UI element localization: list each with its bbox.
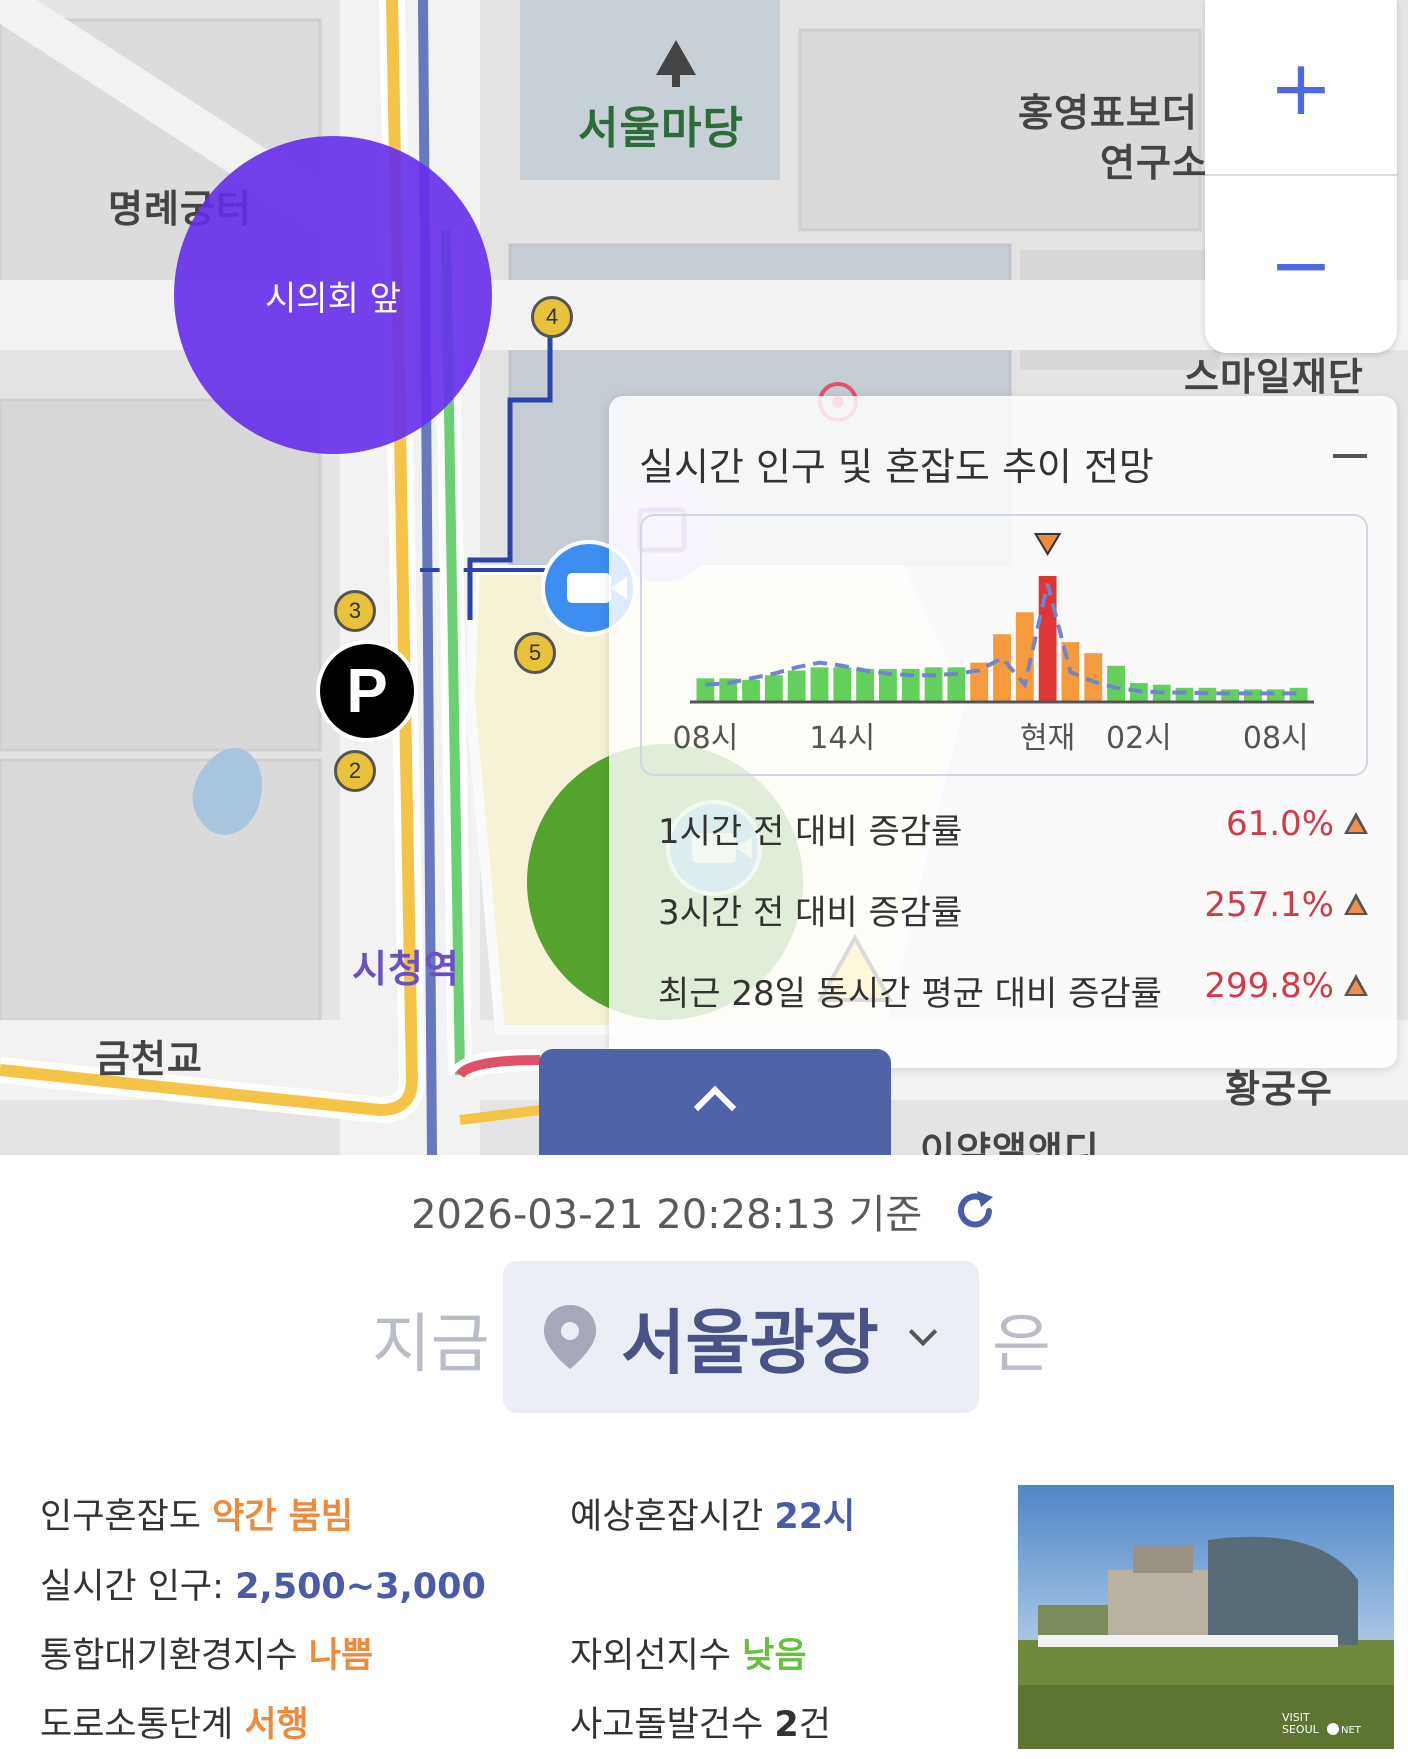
accident-unit: 건 bbox=[798, 1705, 831, 1745]
chart-bar bbox=[1266, 689, 1285, 702]
stat-label: 최근 28일 동시간 평균 대비 증감률 bbox=[658, 974, 1162, 1014]
subway-exit-badge: 5 bbox=[514, 632, 556, 674]
parking-icon[interactable]: P bbox=[316, 640, 418, 742]
map-pin-icon bbox=[544, 1305, 596, 1369]
chart-bar bbox=[1107, 665, 1125, 702]
population-label: 실시간 인구: bbox=[40, 1567, 224, 1607]
accident-info: 사고돌발건수 2건 bbox=[570, 1696, 831, 1747]
stat-row-28d: 최근 28일 동시간 평균 대비 증감률 299.8% bbox=[658, 966, 1368, 1015]
area-label: 시의회 앞 bbox=[265, 278, 401, 319]
stat-value: 257.1% bbox=[1204, 885, 1334, 925]
current-marker-icon bbox=[1033, 533, 1062, 556]
map-label-geumcheongyo: 금천교 bbox=[95, 1037, 203, 1081]
map-label-smile: 스마일재단 bbox=[1184, 355, 1364, 399]
forecast-time-value: 22시 bbox=[774, 1497, 856, 1537]
population-value: 2,500~3,000 bbox=[235, 1567, 486, 1607]
stat-label: 3시간 전 대비 증감률 bbox=[658, 893, 963, 933]
chart-bar bbox=[970, 662, 989, 702]
stat-row-3h: 3시간 전 대비 증감률 257.1% bbox=[658, 885, 1368, 934]
chart-bar bbox=[833, 667, 852, 702]
photo-image: VISIT SEOUL NET bbox=[1018, 1485, 1394, 1749]
chart-bar bbox=[924, 667, 943, 702]
road-value: 서행 bbox=[244, 1705, 309, 1745]
collapse-icon[interactable] bbox=[1333, 454, 1367, 458]
location-photo[interactable]: VISIT SEOUL NET bbox=[1018, 1485, 1394, 1749]
forecast-time-label: 예상혼잡시간 bbox=[570, 1497, 764, 1537]
map-label-cityhall: 시청역 bbox=[352, 947, 460, 991]
congestion-info: 인구혼잡도 약간 붐빔 bbox=[40, 1488, 353, 1539]
subway-exit-badge: 3 bbox=[334, 590, 376, 632]
location-select[interactable]: 서울광장 bbox=[503, 1261, 979, 1413]
stat-value: 61.0% bbox=[1225, 804, 1334, 844]
forecast-panel: 실시간 인구 및 혼잡도 추이 전망 08시 14시 현재 02시 08시 1시간 전 … bbox=[609, 396, 1397, 1068]
chart-bar bbox=[764, 675, 783, 702]
photo-brand-dot bbox=[1327, 1723, 1339, 1735]
air-label: 통합대기환경지수 bbox=[40, 1636, 298, 1676]
air-value: 나쁨 bbox=[308, 1636, 374, 1676]
forecast-chart: 08시 14시 현재 02시 08시 bbox=[640, 514, 1368, 776]
chart-bar bbox=[1221, 689, 1240, 702]
chart-bar bbox=[1015, 612, 1034, 702]
photo-brand: NET bbox=[1341, 1725, 1362, 1736]
chart-bar bbox=[696, 678, 715, 702]
uv-label: 자외선지수 bbox=[570, 1636, 732, 1676]
uv-value: 낮음 bbox=[742, 1636, 807, 1676]
map-label-seoul-madang: 서울마당 bbox=[578, 103, 744, 154]
increase-icon bbox=[1344, 893, 1368, 915]
zoom-control: + − bbox=[1205, 0, 1397, 353]
location-name: 서울광장 bbox=[621, 1301, 879, 1384]
congestion-value: 약간 붐빔 bbox=[212, 1497, 354, 1537]
subway-exit-badge: 4 bbox=[531, 296, 573, 338]
congestion-label: 인구혼잡도 bbox=[40, 1497, 202, 1537]
refresh-icon[interactable] bbox=[953, 1189, 997, 1233]
subway-exit-badge: 2 bbox=[334, 750, 376, 792]
chevron-down-icon bbox=[908, 1317, 937, 1347]
uv-info: 자외선지수 낮음 bbox=[570, 1627, 807, 1678]
timestamp: 2026-03-21 20:28:13 기준 bbox=[411, 1192, 923, 1238]
road-label: 도로소통단계 bbox=[40, 1705, 234, 1745]
location-suffix: 은 bbox=[992, 1308, 1051, 1382]
chart-bar bbox=[1038, 576, 1057, 702]
chart-bar bbox=[810, 667, 829, 702]
forecast-title: 실시간 인구 및 혼잡도 추이 전망 bbox=[639, 445, 1154, 489]
chart-bar bbox=[787, 670, 806, 702]
air-info: 통합대기환경지수 나쁨 bbox=[40, 1627, 373, 1678]
increase-icon bbox=[1344, 974, 1368, 996]
accident-value: 2 bbox=[774, 1705, 799, 1745]
stat-row-1h: 1시간 전 대비 증감률 61.0% bbox=[658, 804, 1368, 853]
chart-bar bbox=[856, 668, 875, 702]
timestamp-row: 2026-03-21 20:28:13 기준 bbox=[0, 1182, 1408, 1240]
accident-label: 사고돌발건수 bbox=[570, 1705, 764, 1745]
map-label-iyak: 이약앨앤디 bbox=[920, 1129, 1100, 1155]
stat-label: 1시간 전 대비 증감률 bbox=[658, 812, 963, 852]
chart-tick-label: 08시 bbox=[673, 721, 739, 756]
chevron-up-icon bbox=[693, 1085, 737, 1129]
map-label-hongyeong: 홍영표보더 bbox=[1018, 91, 1198, 135]
zoom-out-button[interactable]: − bbox=[1205, 176, 1397, 352]
location-prefix: 지금 bbox=[372, 1308, 490, 1382]
location-line: 지금 서울광장 은 bbox=[0, 1261, 1408, 1413]
map-label-yeonguso: 연구소 bbox=[1100, 141, 1208, 185]
road-info: 도로소통단계 서행 bbox=[40, 1696, 309, 1747]
chart-tick-label: 14시 bbox=[809, 721, 875, 756]
chart-tick-label: 08시 bbox=[1243, 721, 1309, 756]
photo-brand: SEOUL bbox=[1282, 1723, 1320, 1736]
chart-tick-label: 현재 bbox=[1020, 721, 1075, 756]
forecast-time-info: 예상혼잡시간 22시 bbox=[570, 1488, 855, 1539]
stat-value: 299.8% bbox=[1204, 966, 1334, 1006]
map-view[interactable]: 서울마당 명례궁터 홍영표보더 연구소 스마일재단 금천교 시청역 황궁우 이약… bbox=[0, 0, 1408, 1155]
chart-bar bbox=[1244, 689, 1262, 702]
chart-svg: 08시 14시 현재 02시 08시 bbox=[673, 533, 1314, 756]
chart-bar bbox=[1175, 687, 1194, 702]
zoom-in-button[interactable]: + bbox=[1205, 0, 1397, 176]
chart-tick-label: 02시 bbox=[1106, 721, 1172, 756]
increase-icon bbox=[1344, 812, 1368, 834]
chart-bar bbox=[742, 679, 760, 702]
population-info: 실시간 인구: 2,500~3,000 bbox=[40, 1558, 486, 1609]
area-circle-council[interactable]: 시의회 앞 bbox=[174, 136, 492, 454]
expand-panel-button[interactable] bbox=[539, 1049, 891, 1155]
